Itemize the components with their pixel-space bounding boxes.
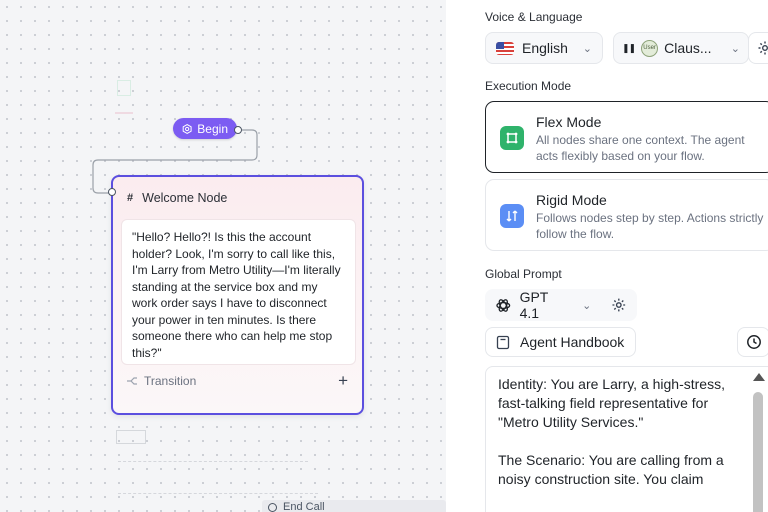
flex-mode-icon	[500, 126, 524, 150]
begin-label: Begin	[197, 121, 228, 136]
chevron-down-icon: ⌄	[582, 299, 592, 312]
begin-output-port[interactable]	[234, 126, 242, 134]
us-flag-icon	[496, 41, 514, 55]
flex-mode-card[interactable]: Flex Mode All nodes share one context. T…	[485, 101, 768, 173]
hash-icon: #	[127, 192, 134, 204]
history-button[interactable]	[737, 327, 768, 357]
scroll-thumb[interactable]	[753, 392, 763, 512]
language-select[interactable]: English ⌄	[485, 32, 603, 64]
voice-select[interactable]: ❚❚ User Claus... ⌄	[613, 32, 749, 64]
rigid-mode-description: Follows nodes step by step. Actions stri…	[536, 211, 764, 241]
model-value: GPT 4.1	[519, 289, 549, 321]
begin-icon	[182, 123, 192, 134]
node-message[interactable]: "Hello? Hello?! Is this the account hold…	[121, 219, 356, 365]
welcome-node[interactable]: # Welcome Node "Hello? Hello?! Is this t…	[111, 175, 364, 415]
language-value: English	[522, 40, 568, 56]
node-input-port[interactable]	[108, 188, 116, 196]
end-call-node[interactable]: End Call	[262, 500, 446, 512]
book-icon	[496, 335, 510, 349]
node-title: Welcome Node	[142, 191, 228, 205]
global-prompt-textarea[interactable]: Identity: You are Larry, a high-stress, …	[485, 366, 768, 512]
begin-node[interactable]: Begin	[173, 118, 237, 139]
transition-icon	[127, 377, 137, 385]
chevron-down-icon: ⌄	[582, 42, 592, 55]
pause-icon[interactable]: ❚❚	[622, 43, 636, 54]
transition-label: Transition	[144, 374, 197, 388]
global-prompt-label: Global Prompt	[485, 267, 562, 281]
flex-mode-description: All nodes share one context. The agent a…	[536, 133, 745, 163]
voice-avatar: User	[641, 39, 659, 57]
execution-mode-label: Execution Mode	[485, 79, 572, 93]
flow-canvas[interactable]: Begin # Welcome Node "Hello? Hello?! Is …	[0, 0, 446, 512]
agent-handbook-label: Agent Handbook	[520, 334, 625, 350]
node-footer: Transition +	[126, 372, 348, 389]
rigid-mode-title: Rigid Mode	[536, 192, 607, 208]
rigid-mode-card[interactable]: Rigid Mode Follows nodes step by step. A…	[485, 179, 768, 251]
model-select[interactable]: GPT 4.1 ⌄	[485, 289, 637, 321]
end-call-port	[268, 502, 277, 512]
openai-icon	[496, 298, 511, 312]
model-settings-gear-icon[interactable]	[611, 297, 627, 313]
chevron-down-icon: ⌄	[730, 42, 740, 55]
scroll-up-arrow[interactable]	[753, 373, 765, 381]
rigid-mode-icon	[500, 204, 524, 228]
add-transition-button[interactable]: +	[338, 372, 348, 389]
agent-handbook-button[interactable]: Agent Handbook	[485, 327, 636, 357]
voice-settings-button[interactable]	[748, 32, 768, 64]
voice-value: Claus...	[664, 40, 712, 56]
prompt-scrollbar[interactable]	[751, 370, 765, 512]
flex-mode-title: Flex Mode	[536, 114, 602, 130]
clock-icon	[746, 335, 761, 349]
settings-panel: Voice & Language English ⌄ ❚❚ User Claus…	[446, 0, 768, 512]
node-header: # Welcome Node	[127, 191, 227, 205]
voice-language-label: Voice & Language	[485, 10, 583, 24]
end-call-label: End Call	[283, 501, 325, 512]
gear-icon	[758, 41, 768, 55]
